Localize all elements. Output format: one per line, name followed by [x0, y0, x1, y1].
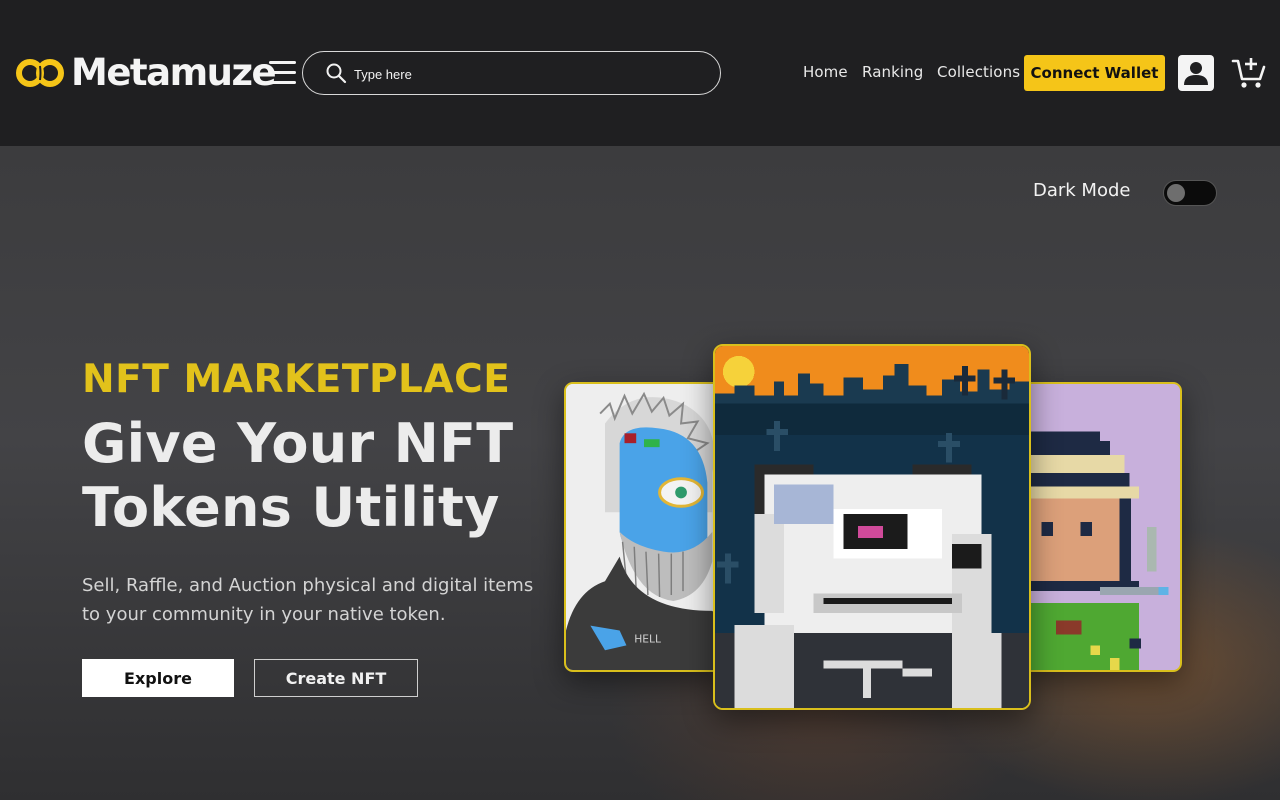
nav-link-ranking[interactable]: Ranking: [862, 63, 923, 81]
nft-card-pixel-boy[interactable]: [1020, 382, 1182, 672]
hero-subtext: Sell, Raffle, and Auction physical and d…: [82, 575, 534, 625]
hero-headline: Give Your NFT Tokens Utility: [82, 412, 514, 539]
connect-wallet-button[interactable]: Connect Wallet: [1024, 55, 1165, 91]
dark-mode-toggle[interactable]: [1163, 180, 1217, 206]
search-icon: [326, 63, 347, 84]
create-nft-button[interactable]: Create NFT: [254, 659, 418, 697]
menu-icon[interactable]: [269, 61, 296, 85]
cart-add-icon[interactable]: [1231, 55, 1267, 91]
nav-link-collections[interactable]: Collections: [937, 63, 1020, 81]
user-icon[interactable]: [1178, 55, 1214, 91]
dark-mode-label: Dark Mode: [1033, 180, 1131, 201]
nft-card-bearded-skull[interactable]: HELL: [564, 382, 724, 672]
svg-text:HELL: HELL: [634, 632, 661, 645]
nft-image: HELL: [566, 384, 722, 670]
nav-link-home[interactable]: Home: [803, 63, 848, 81]
toggle-knob: [1167, 184, 1185, 202]
search-bar[interactable]: [302, 51, 721, 95]
top-navigation-bar: Metamuze Home Ranking Collections Connec…: [0, 0, 1280, 146]
nft-image: [715, 346, 1029, 708]
nft-card-pixel-panda[interactable]: [713, 344, 1031, 710]
nft-image: [1022, 384, 1180, 670]
infinity-logo-icon: [16, 59, 64, 87]
brand-logo[interactable]: Metamuze: [14, 51, 277, 94]
explore-button[interactable]: Explore: [82, 659, 234, 697]
hero-kicker: NFT MARKETPLACE: [82, 357, 511, 402]
brand-name: Metamuze: [71, 51, 277, 94]
search-input[interactable]: [354, 66, 694, 82]
